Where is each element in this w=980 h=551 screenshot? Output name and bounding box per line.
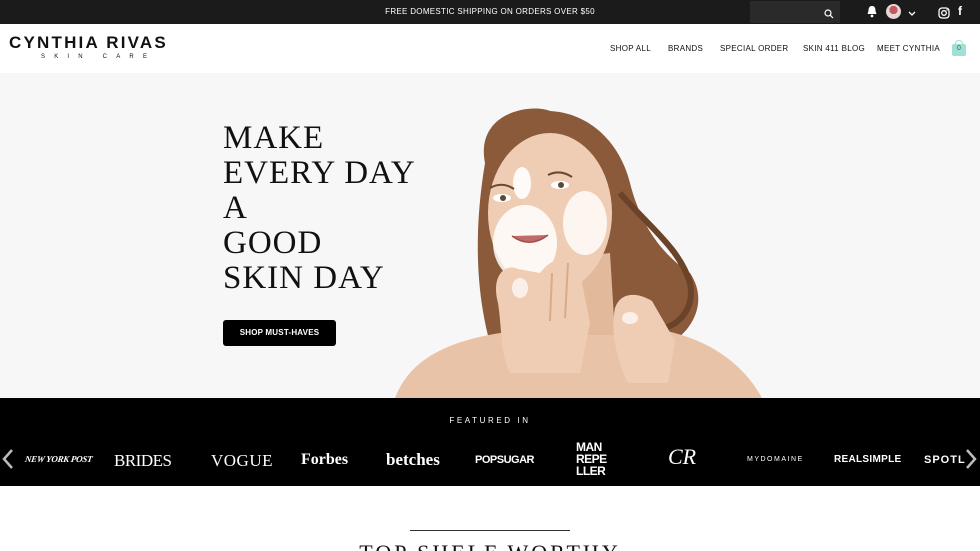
section-divider (410, 530, 570, 531)
section-title: TOP SHELF WORTHY (0, 540, 980, 551)
search-icon[interactable] (824, 6, 834, 24)
logo-mydomaine: MYDOMAINE (747, 456, 804, 463)
nav-special-order[interactable]: SPECIAL ORDER (720, 44, 789, 53)
chevron-down-icon[interactable] (907, 6, 917, 24)
logo-man-repeller: MAN REPE LLER (576, 440, 607, 478)
shop-must-haves-button[interactable]: SHOP MUST-HAVES (223, 320, 336, 346)
logo-betches: betches (386, 450, 440, 469)
logo-cr: CR (668, 444, 697, 469)
brand-logo[interactable]: CYNTHIA RIVAS SKIN CARE (9, 33, 168, 60)
logo-new-york-post: NEW YORK POST (24, 454, 93, 464)
carousel-prev-arrow-icon[interactable] (2, 448, 14, 475)
hero-section: MAKE EVERY DAY A GOOD SKIN DAY SHOP MUST… (0, 73, 980, 398)
announcement-bar: FREE DOMESTIC SHIPPING ON ORDERS OVER $5… (0, 0, 980, 24)
site-header: CYNTHIA RIVAS SKIN CARE SHOP ALL BRANDS … (0, 24, 980, 73)
featured-in-label: FEATURED IN (449, 416, 531, 425)
nav-meet-cynthia[interactable]: MEET CYNTHIA (877, 44, 940, 53)
avatar[interactable] (886, 4, 901, 19)
top-shelf-section: TOP SHELF WORTHY (0, 486, 980, 551)
headline-line: SKIN DAY (223, 260, 385, 296)
cart-button[interactable]: 0 (952, 40, 966, 56)
headline-line: EVERY DAY (223, 155, 416, 191)
logo-popsugar: POPSUGAR (475, 454, 534, 466)
headline-line: A (223, 190, 248, 226)
facebook-icon[interactable]: f (958, 4, 962, 18)
nav-shop-all[interactable]: SHOP ALL (610, 44, 651, 53)
logo-brides: BRIDES (114, 451, 172, 470)
logo-forbes: Forbes (301, 451, 349, 468)
brand-subtitle: SKIN CARE (41, 54, 157, 60)
headline-line: GOOD (223, 225, 323, 261)
nav-skin-411-blog[interactable]: SKIN 411 BLOG (803, 44, 865, 53)
instagram-icon[interactable] (938, 6, 950, 24)
hero-headline: MAKE EVERY DAY A GOOD SKIN DAY (223, 121, 416, 296)
brand-name: CYNTHIA RIVAS (9, 33, 168, 52)
bell-icon[interactable] (866, 5, 878, 23)
hero-woman-image (395, 108, 762, 398)
nav-brands[interactable]: BRANDS (668, 44, 703, 53)
headline-line: MAKE (223, 120, 325, 156)
logo-spotlight: SPOTL (924, 454, 966, 466)
logo-vogue: VOGUE (211, 451, 273, 470)
search-box[interactable] (750, 1, 840, 23)
logo-realsimple: REALSIMPLE (834, 454, 902, 465)
carousel-next-arrow-icon[interactable] (965, 448, 977, 475)
cart-count: 0 (957, 45, 961, 52)
featured-in-section: FEATURED IN NEW YORK POST BRIDES VOGUE F… (0, 398, 980, 486)
